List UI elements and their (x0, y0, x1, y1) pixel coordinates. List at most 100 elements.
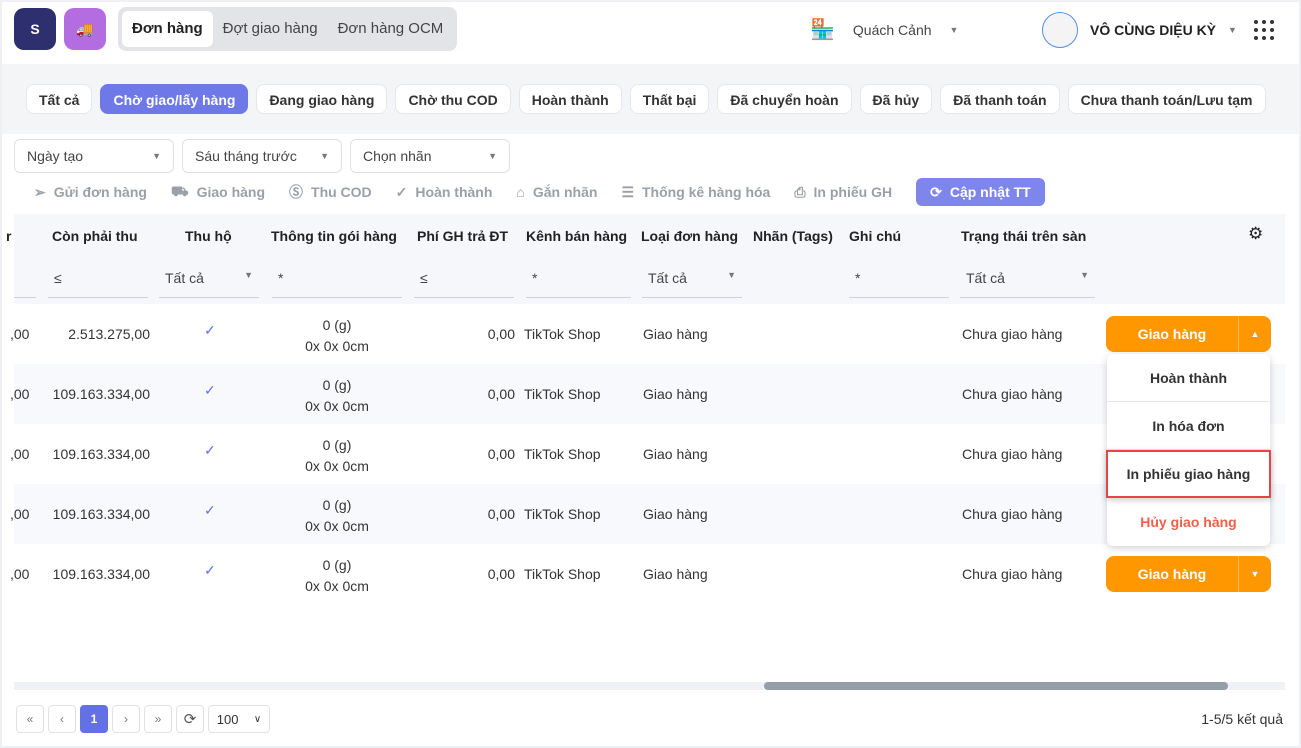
complete-button[interactable]: ✓ Hoàn thành (396, 184, 493, 201)
package-filter[interactable]: * (272, 264, 402, 298)
row-action-dropdown: Hoàn thành In hóa đơn In phiếu giao hàng… (1106, 354, 1271, 546)
type-filter-select[interactable]: Tất cả ▼ (642, 264, 742, 298)
value: Tất cả (966, 270, 1005, 286)
cell-type: Giao hàng (643, 326, 708, 342)
status-chip[interactable]: Chưa thanh toán/Lưu tạm (1067, 84, 1266, 114)
menu-item-cancel-delivery[interactable]: Hủy giao hàng (1107, 498, 1270, 546)
deliver-split-button: Giao hàng ▼ (1106, 556, 1271, 592)
truck-icon: ⛟ (170, 182, 189, 199)
col-header[interactable]: Trạng thái trên sàn (961, 228, 1086, 244)
menu-item-print-delivery-slip[interactable]: In phiếu giao hàng (1106, 450, 1271, 498)
delivery-truck-icon[interactable]: 🚚 (64, 8, 106, 50)
status-filter-select[interactable]: Tất cả ▼ (960, 264, 1095, 298)
dimensions: 0x 0x 0cm (305, 518, 369, 534)
deliver-button[interactable]: Giao hàng (1106, 556, 1239, 592)
send-order-button[interactable]: ➢ Gửi đơn hàng (34, 184, 147, 201)
menu-item-print-invoice[interactable]: In hóa đơn (1107, 402, 1270, 450)
status-filter-bar: Tất cả Chờ giao/lấy hàng Đang giao hàng Chờ… (2, 64, 1299, 134)
col-header[interactable]: Thu hộ (185, 228, 232, 244)
first-page-button[interactable]: « (16, 705, 44, 733)
page-1-button[interactable]: 1 (80, 705, 108, 733)
status-chip[interactable]: Chờ thu COD (395, 84, 511, 114)
store-selector[interactable]: 🏪 Quách Cảnh ▼ (810, 17, 958, 42)
refresh-icon[interactable]: ⟳ (176, 705, 204, 733)
table-row[interactable]: ,00 109.163.334,00 0,00 TikTok Shop Giao hàn… (10, 364, 1285, 424)
chevron-up-icon[interactable]: ▲ (1239, 316, 1271, 352)
last-page-button[interactable]: » (144, 705, 172, 733)
chevron-down-icon: ▼ (244, 270, 253, 280)
update-status-button[interactable]: ⟳ Cập nhật TT (916, 178, 1045, 206)
col-header[interactable]: r (6, 228, 11, 244)
table-row[interactable]: ,00 109.163.334,00 0,00 TikTok Shop Giao hàn… (10, 544, 1285, 604)
note-filter[interactable]: * (849, 264, 949, 298)
user-name: VÔ CÙNG DIỆU KỲ (1090, 22, 1217, 38)
remaining-filter[interactable]: ≤ (48, 264, 148, 298)
weight: 0 (g) (322, 497, 352, 513)
status-chip[interactable]: Chờ giao/lấy hàng (100, 84, 249, 114)
col-header[interactable]: Kênh bán hàng (526, 228, 627, 244)
col-header[interactable]: Thông tin gói hàng (271, 228, 397, 244)
prev-page-button[interactable]: ‹ (48, 705, 76, 733)
cell-status: Chưa giao hàng (962, 566, 1063, 582)
goods-stats-button[interactable]: ☰ Thống kê hàng hóa (621, 184, 770, 201)
settings-gear-icon[interactable]: ⚙ (1248, 224, 1263, 244)
user-menu[interactable]: VÔ CÙNG DIỆU KỲ ▼ (1042, 12, 1237, 48)
next-page-button[interactable]: › (112, 705, 140, 733)
status-chip[interactable]: Tất cả (26, 84, 93, 114)
col-header[interactable]: Loại đơn hàng (641, 228, 738, 244)
col-header[interactable]: Còn phải thu (52, 228, 138, 244)
cell-type: Giao hàng (643, 386, 708, 402)
chevron-down-icon: ∨ (253, 713, 262, 725)
cod-filter-select[interactable]: Tất cả ▼ (159, 264, 259, 298)
col-header[interactable]: Phí GH trả ĐT (417, 228, 508, 244)
app-logo-icon[interactable]: S (14, 8, 56, 50)
dimensions: 0x 0x 0cm (305, 338, 369, 354)
status-chip[interactable]: Đã thanh toán (940, 84, 1060, 114)
date-range-select[interactable]: Sáu tháng trước ▼ (182, 139, 342, 173)
chevron-down-icon: ▼ (1080, 270, 1089, 280)
app-frame: S 🚚 Đơn hàng Đợt giao hàng Đơn hàng OCM … (2, 2, 1299, 746)
cell-status: Chưa giao hàng (962, 446, 1063, 462)
status-chip[interactable]: Hoàn thành (518, 84, 622, 114)
tag-button[interactable]: ⌂ Gắn nhãn (516, 184, 597, 200)
fee-filter[interactable]: ≤ (414, 264, 514, 298)
date-type-select[interactable]: Ngày tạo ▼ (14, 139, 174, 173)
cell-type: Giao hàng (643, 446, 708, 462)
tab-orders[interactable]: Đơn hàng (122, 11, 213, 47)
tag-select[interactable]: Chọn nhãn ▼ (350, 139, 510, 173)
op: * (855, 270, 861, 286)
table-row[interactable]: ,00 2.513.275,00 0,00 TikTok Shop Giao hàng C… (10, 304, 1285, 364)
deliver-button[interactable]: ⛟ Giao hàng (171, 183, 265, 202)
menu-item-complete[interactable]: Hoàn thành (1107, 354, 1270, 402)
label: Giao hàng (196, 184, 266, 200)
apps-grid-icon[interactable] (1254, 20, 1274, 40)
label: In phiếu GH (813, 184, 893, 200)
print-slip-button[interactable]: ⎙ In phiếu GH (794, 184, 892, 201)
status-chip[interactable]: Thất bại (629, 84, 710, 114)
status-chip[interactable]: Đang giao hàng (256, 84, 388, 114)
status-chip[interactable]: Đã chuyển hoàn (717, 84, 852, 114)
collect-cod-button[interactable]: Ⓢ Thu COD (289, 182, 372, 202)
cell-remaining: 2.513.275,00 (68, 326, 150, 342)
channel-filter[interactable]: * (526, 264, 631, 298)
tab-delivery-batches[interactable]: Đợt giao hàng (213, 11, 328, 47)
tab-ocm-orders[interactable]: Đơn hàng OCM (328, 11, 454, 47)
page-size-select[interactable]: 100 ∨ (208, 705, 270, 733)
table-header: r Còn phải thu Thu hộ Thông tin gói hàng… (6, 214, 1285, 304)
weight: 0 (g) (322, 317, 352, 333)
horizontal-scrollbar[interactable] (14, 682, 1285, 690)
label: Thống kê hàng hóa (642, 184, 771, 200)
weight: 0 (g) (322, 377, 352, 393)
scrollbar-thumb[interactable] (764, 682, 1228, 690)
table-row[interactable]: ,00 109.163.334,00 0,00 TikTok Shop Giao hàn… (10, 484, 1285, 544)
cell-remaining: 109.163.334,00 (52, 506, 150, 522)
label: Gắn nhãn (532, 184, 598, 200)
col-header[interactable]: Nhãn (Tags) (753, 228, 833, 244)
filter-input[interactable] (14, 264, 36, 298)
chevron-down-icon[interactable]: ▼ (1239, 556, 1271, 592)
table-row[interactable]: ,00 109.163.334,00 0,00 TikTok Shop Giao hàn… (10, 424, 1285, 484)
deliver-button[interactable]: Giao hàng (1106, 316, 1239, 352)
col-header[interactable]: Ghi chú (849, 228, 901, 244)
store-name: Quách Cảnh (852, 21, 932, 38)
status-chip[interactable]: Đã hủy (859, 84, 933, 114)
